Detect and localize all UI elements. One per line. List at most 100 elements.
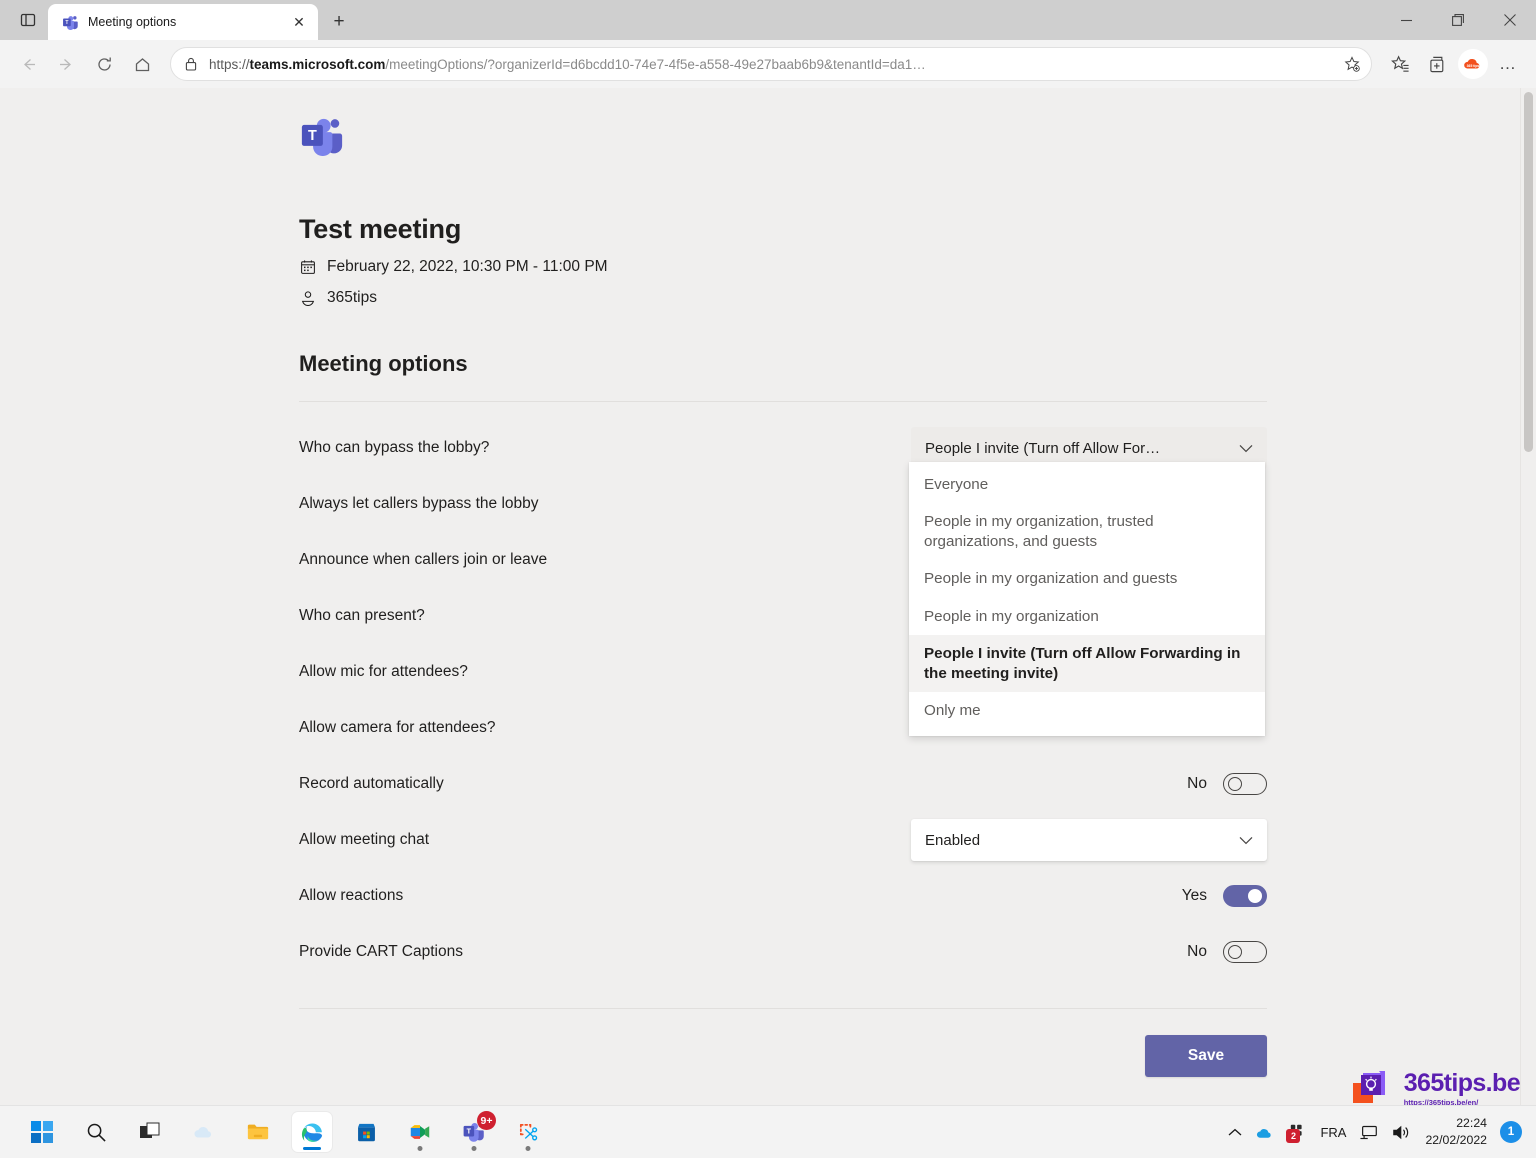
option-row-cart-captions: Provide CART Captions No xyxy=(299,924,1267,980)
option-row-allow-meeting-chat: Allow meeting chat Enabled xyxy=(299,812,1267,868)
dropdown-option-everyone[interactable]: Everyone xyxy=(909,466,1265,503)
taskbar-file-explorer-icon[interactable] xyxy=(238,1112,278,1152)
meeting-organizer-row: 365tips xyxy=(299,289,1513,307)
taskbar-google-meet-icon[interactable] xyxy=(400,1112,440,1152)
option-control: Yes xyxy=(1177,885,1267,907)
taskbar-microsoft-edge-icon[interactable] xyxy=(292,1112,332,1152)
taskbar-start-button[interactable] xyxy=(22,1112,62,1152)
option-label: Record automatically xyxy=(299,775,444,793)
dropdown-option-people-i-invite[interactable]: People I invite (Turn off Allow Forwardi… xyxy=(909,635,1265,692)
navigation-bar: https://teams.microsoft.com/meetingOptio… xyxy=(0,40,1536,88)
page-viewport: T Test meeting Fe xyxy=(0,88,1536,1105)
home-icon[interactable] xyxy=(124,46,160,82)
browser-window: T Meeting options ✕ + xyxy=(0,0,1536,1105)
365tips-logo-icon xyxy=(1349,1065,1397,1105)
option-control: Enabled xyxy=(911,819,1267,861)
page-title: Test meeting xyxy=(299,214,1513,245)
reload-icon[interactable] xyxy=(86,46,122,82)
lobby-bypass-dropdown-menu: Everyone People in my organization, trus… xyxy=(909,462,1265,736)
url-scheme: https:// xyxy=(209,57,250,72)
watermark-title: 365tips.be xyxy=(1404,1069,1520,1097)
option-label: Allow camera for attendees? xyxy=(299,719,495,737)
microsoft-teams-logo: T xyxy=(299,114,345,160)
url-text: https://teams.microsoft.com/meetingOptio… xyxy=(209,57,1329,72)
option-control: No xyxy=(1177,941,1267,963)
toggle-knob xyxy=(1228,777,1242,791)
taskbar-onedrive-icon[interactable] xyxy=(184,1112,224,1152)
allow-meeting-chat-dropdown[interactable]: Enabled xyxy=(911,819,1267,861)
meeting-options-page: T Test meeting Fe xyxy=(23,88,1513,1105)
option-row-allow-reactions: Allow reactions Yes xyxy=(299,868,1267,924)
svg-text:T: T xyxy=(308,128,317,144)
save-button[interactable]: Save xyxy=(1145,1035,1267,1077)
taskbar-microsoft-teams-icon[interactable]: T 9+ xyxy=(454,1112,494,1152)
section-title: Meeting options xyxy=(299,351,1513,377)
url-domain: teams.microsoft.com xyxy=(250,57,386,72)
taskbar-running-dot xyxy=(418,1146,423,1151)
option-label: Announce when callers join or leave xyxy=(299,551,547,569)
scrollbar-thumb[interactable] xyxy=(1524,92,1533,452)
window-controls xyxy=(1380,0,1536,40)
tray-chevron-up-icon[interactable] xyxy=(1228,1128,1242,1137)
option-label: Allow mic for attendees? xyxy=(299,663,468,681)
footer-divider xyxy=(299,1008,1267,1009)
browser-tab[interactable]: T Meeting options ✕ xyxy=(48,4,318,40)
windows-taskbar: T 9+ xyxy=(0,1105,1536,1158)
taskbar-clock[interactable]: 22:24 22/02/2022 xyxy=(1425,1115,1487,1148)
url-path: /meetingOptions/?organizerId=d6bcdd10-74… xyxy=(385,57,925,72)
chevron-down-icon xyxy=(1239,442,1253,455)
tray-updates-badge: 2 xyxy=(1286,1129,1300,1143)
tray-updates-icon[interactable]: 2 xyxy=(1289,1123,1307,1141)
tray-notifications-badge[interactable]: 1 xyxy=(1500,1121,1522,1143)
dropdown-option-org-trusted-guests[interactable]: People in my organization, trusted organ… xyxy=(909,503,1265,560)
page-scrollbar[interactable] xyxy=(1520,88,1536,1105)
minimize-icon[interactable] xyxy=(1380,0,1432,40)
clock-time: 22:24 xyxy=(1425,1115,1487,1132)
taskbar-microsoft-store-icon[interactable] xyxy=(346,1112,386,1152)
dropdown-option-only-me[interactable]: Only me xyxy=(909,692,1265,729)
meeting-organizer: 365tips xyxy=(327,289,377,307)
restore-icon[interactable] xyxy=(1432,0,1484,40)
tray-language-indicator[interactable]: FRA xyxy=(1320,1125,1346,1140)
forward-icon[interactable] xyxy=(48,46,84,82)
address-bar[interactable]: https://teams.microsoft.com/meetingOptio… xyxy=(170,47,1372,81)
option-label: Provide CART Captions xyxy=(299,943,463,961)
option-control: No xyxy=(1177,773,1267,795)
teams-icon: T xyxy=(62,14,79,31)
taskbar-snipping-tool-icon[interactable] xyxy=(508,1112,548,1152)
tray-volume-icon[interactable] xyxy=(1392,1124,1412,1141)
svg-text:T: T xyxy=(467,1126,472,1135)
taskbar-task-view-icon[interactable] xyxy=(130,1112,170,1152)
settings-more-icon[interactable]: … xyxy=(1490,46,1526,82)
toggle-state-label: No xyxy=(1177,943,1207,961)
option-label: Allow meeting chat xyxy=(299,831,429,849)
taskbar-running-dot xyxy=(526,1146,531,1151)
close-window-icon[interactable] xyxy=(1484,0,1536,40)
allow-reactions-toggle[interactable] xyxy=(1223,885,1267,907)
dropdown-value: People I invite (Turn off Allow For… xyxy=(925,440,1160,457)
new-tab-button[interactable]: + xyxy=(324,7,354,37)
toggle-state-label: No xyxy=(1177,775,1207,793)
close-icon[interactable]: ✕ xyxy=(288,11,310,33)
taskbar-active-indicator xyxy=(303,1147,321,1150)
dropdown-value: Enabled xyxy=(925,832,980,849)
option-row-record-automatically: Record automatically No xyxy=(299,756,1267,812)
collections-icon[interactable] xyxy=(1420,46,1456,82)
person-icon xyxy=(299,289,317,307)
tray-onedrive-icon[interactable] xyxy=(1255,1124,1276,1140)
add-favorite-icon[interactable] xyxy=(1339,51,1365,77)
meeting-options-list: Who can bypass the lobby? People I invit… xyxy=(299,420,1267,980)
record-automatically-toggle[interactable] xyxy=(1223,773,1267,795)
system-tray: 2 FRA 22:24 22/02/2022 1 xyxy=(1228,1115,1536,1148)
dropdown-option-org-and-guests[interactable]: People in my organization and guests xyxy=(909,560,1265,597)
tray-network-icon[interactable] xyxy=(1359,1124,1379,1141)
lock-icon xyxy=(185,57,199,71)
dropdown-option-org[interactable]: People in my organization xyxy=(909,598,1265,635)
tab-actions-icon[interactable] xyxy=(8,2,48,38)
back-icon[interactable] xyxy=(10,46,46,82)
favorites-icon[interactable] xyxy=(1382,46,1418,82)
cart-captions-toggle[interactable] xyxy=(1223,941,1267,963)
option-label: Allow reactions xyxy=(299,887,403,905)
taskbar-search-icon[interactable] xyxy=(76,1112,116,1152)
profile-avatar[interactable]: 365 tips xyxy=(1458,49,1488,79)
